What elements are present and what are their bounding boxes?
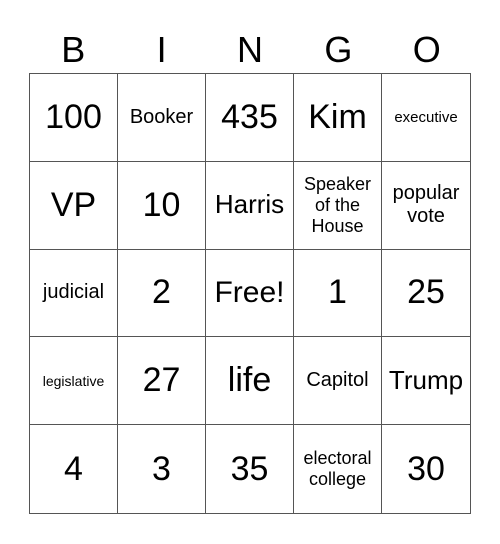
bingo-cell[interactable]: 3 bbox=[118, 425, 206, 513]
bingo-grid: 100 Booker 435 Kim executive VP 10 Harri… bbox=[29, 73, 471, 514]
header-letter-n: N bbox=[236, 29, 263, 70]
bingo-cell[interactable]: Capitol bbox=[294, 337, 382, 426]
bingo-cell[interactable]: Speaker of the House bbox=[294, 161, 382, 250]
bingo-cell[interactable]: 100 bbox=[30, 74, 118, 162]
header-letter-i: I bbox=[156, 29, 167, 70]
bingo-cell[interactable]: life bbox=[206, 337, 294, 426]
bingo-cell[interactable]: 30 bbox=[382, 425, 470, 513]
bingo-cell[interactable]: popular vote bbox=[382, 162, 470, 250]
header-letter-o: O bbox=[412, 29, 441, 70]
free-space-cell[interactable]: Free! bbox=[206, 249, 294, 338]
bingo-cell[interactable]: 27 bbox=[118, 337, 206, 426]
bingo-cell[interactable]: 1 bbox=[294, 249, 382, 338]
bingo-cell[interactable]: 2 bbox=[118, 249, 206, 338]
bingo-cell[interactable]: Harris bbox=[206, 161, 294, 250]
bingo-cell[interactable]: 25 bbox=[382, 250, 470, 338]
header-letter-b: B bbox=[61, 29, 86, 70]
bingo-cell[interactable]: executive bbox=[382, 74, 470, 162]
bingo-cell[interactable]: Kim bbox=[294, 74, 382, 162]
bingo-cell[interactable]: 10 bbox=[118, 161, 206, 250]
bingo-cell[interactable]: 35 bbox=[206, 425, 294, 513]
bingo-cell[interactable]: legislative bbox=[30, 337, 118, 426]
bingo-cell[interactable]: 4 bbox=[30, 425, 118, 513]
bingo-cell[interactable]: Booker bbox=[118, 74, 206, 162]
bingo-cell[interactable]: VP bbox=[30, 161, 118, 250]
header-letter-g: G bbox=[324, 29, 353, 70]
bingo-cell[interactable]: 435 bbox=[206, 74, 294, 162]
bingo-cell[interactable]: judicial bbox=[30, 249, 118, 338]
bingo-header: B I N G O bbox=[29, 28, 471, 72]
bingo-cell[interactable]: Trump bbox=[382, 337, 470, 426]
bingo-cell[interactable]: electoral college bbox=[294, 425, 382, 513]
